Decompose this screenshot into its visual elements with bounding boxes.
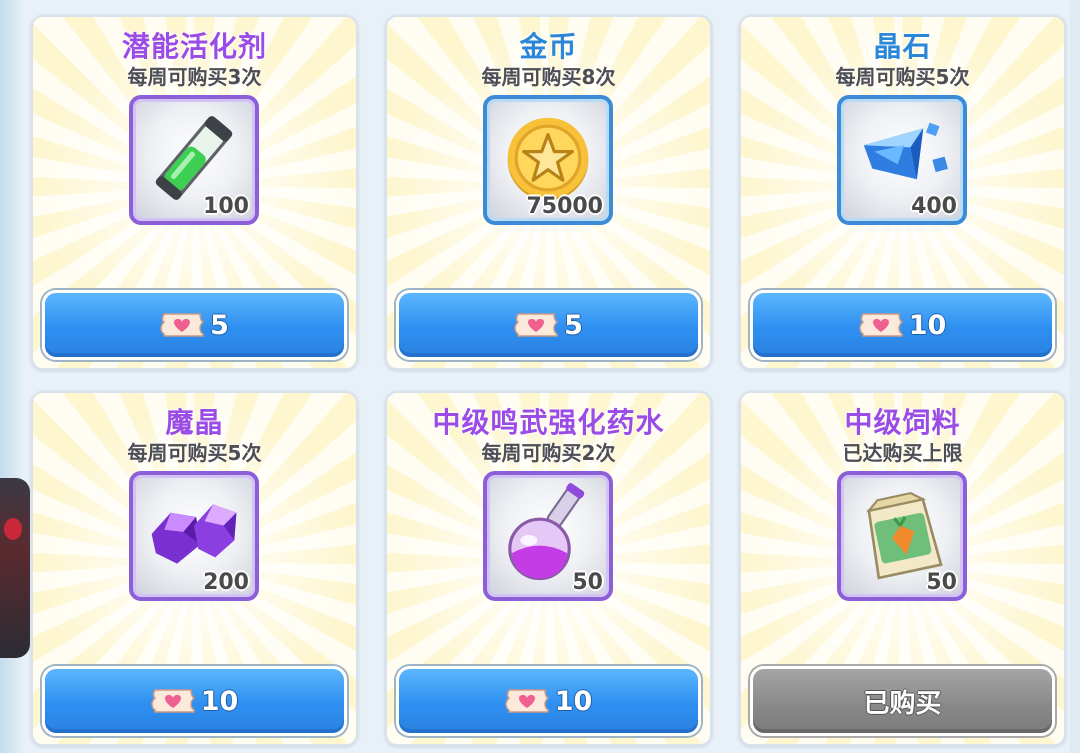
item-icon-tile[interactable]: 50	[837, 471, 967, 601]
item-icon-tile[interactable]: 400	[837, 95, 967, 225]
item-quantity: 400	[911, 194, 957, 219]
shop-item-card: 中级鸣武强化药水 每周可购买2次 50 10	[385, 391, 712, 746]
item-name: 晶石	[873, 30, 932, 63]
buy-button[interactable]: 5	[42, 290, 347, 360]
shop-item-card: 潜能活化剂 每周可购买3次 100 5	[31, 15, 358, 370]
price-label: 10	[200, 685, 239, 717]
price-label: 5	[564, 309, 583, 341]
item-icon-tile[interactable]: 75000	[483, 95, 613, 225]
shop-item-card: 中级饲料 已达购买上限 50 已购买	[739, 391, 1066, 746]
price-label: 5	[210, 309, 229, 341]
item-name: 中级鸣武强化药水	[432, 406, 665, 439]
buy-button[interactable]: 5	[396, 290, 701, 360]
buy-button[interactable]: 10	[396, 666, 701, 736]
item-name: 魔晶	[165, 406, 224, 439]
buy-button[interactable]: 10	[42, 666, 347, 736]
shop-item-card: 魔晶 每周可购买5次 200 10	[31, 391, 358, 746]
item-quantity: 100	[203, 194, 249, 219]
heart-ticket-icon	[504, 689, 549, 713]
item-name: 中级饲料	[844, 406, 961, 439]
item-name: 金币	[519, 30, 578, 63]
shop-item-card: 晶石 每周可购买5次 400 10	[739, 15, 1066, 370]
purchased-button[interactable]: 已购买	[750, 666, 1055, 736]
purchase-limit: 每周可购买5次	[835, 65, 970, 89]
price-label: 10	[554, 685, 593, 717]
purchase-limit: 每周可购买5次	[127, 441, 262, 465]
item-quantity: 200	[203, 570, 249, 595]
purchased-label: 已购买	[863, 688, 942, 719]
purchase-limit: 每周可购买8次	[481, 65, 616, 89]
item-icon-tile[interactable]: 50	[483, 471, 613, 601]
item-name: 潜能活化剂	[121, 30, 267, 63]
price-label: 10	[908, 309, 947, 341]
item-icon-tile[interactable]: 100	[129, 95, 259, 225]
item-icon-tile[interactable]: 200	[129, 471, 259, 601]
purchase-limit: 已达购买上限	[842, 441, 963, 465]
item-quantity: 50	[926, 570, 957, 595]
buy-button[interactable]: 10	[750, 290, 1055, 360]
background-edge-right	[1070, 0, 1080, 753]
shop-item-card: 金币 每周可购买8次 75000 5	[385, 15, 712, 370]
purchase-limit: 每周可购买3次	[127, 65, 262, 89]
item-quantity: 75000	[526, 194, 603, 219]
character-portrait-fragment	[0, 478, 30, 658]
heart-ticket-icon	[858, 313, 903, 337]
heart-ticket-icon	[160, 313, 205, 337]
purchase-limit: 每周可购买2次	[481, 441, 616, 465]
item-quantity: 50	[572, 570, 603, 595]
heart-ticket-icon	[150, 689, 195, 713]
heart-ticket-icon	[514, 313, 559, 337]
